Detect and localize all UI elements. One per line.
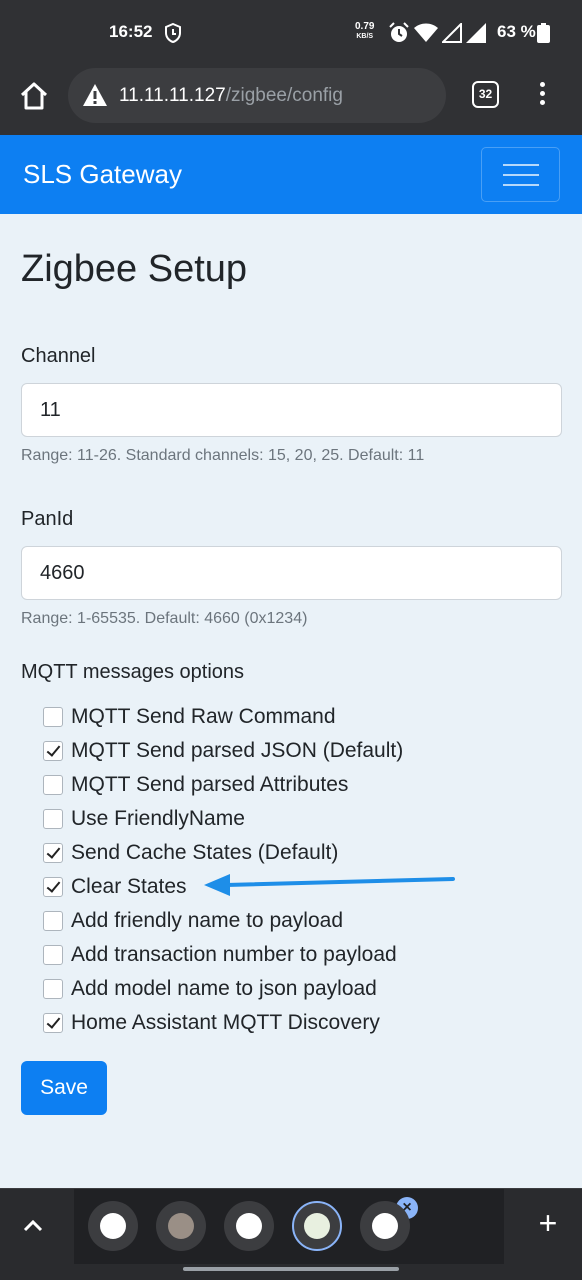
warning-icon[interactable] [82,83,108,107]
network-speed-value: 0.79 [355,21,375,32]
option-row[interactable]: MQTT Send parsed Attributes [43,768,403,802]
signal-icon [442,23,462,43]
status-icons [388,22,486,44]
tab-thumbnail-active[interactable] [292,1201,342,1251]
more-menu-icon[interactable] [538,82,546,108]
option-label: MQTT Send Raw Command [71,705,336,728]
channel-label: Channel [21,345,96,367]
option-row[interactable]: Use FriendlyName [43,802,403,836]
option-checkbox[interactable] [43,979,63,999]
option-row[interactable]: Add transaction number to payload [43,938,403,972]
network-speed-unit: KB/S [356,33,374,40]
navbar-brand[interactable]: SLS Gateway [23,159,182,190]
option-checkbox[interactable] [43,707,63,727]
status-bar: 16:52 0.79 KB/S 63 % [0,0,582,66]
option-checkbox[interactable] [43,809,63,829]
site-navbar: SLS Gateway [0,135,582,214]
channel-help: Range: 11-26. Standard channels: 15, 20,… [21,447,425,464]
bottom-tab-bar: × + [0,1188,582,1280]
wifi-icon [414,23,438,42]
option-label: Use FriendlyName [71,807,245,830]
mqtt-options-label: MQTT messages options [21,661,245,683]
home-icon[interactable] [18,80,50,112]
network-speed: 0.79 KB/S [355,22,374,42]
option-row[interactable]: MQTT Send parsed JSON (Default) [43,734,403,768]
new-tab-icon[interactable]: + [534,1207,562,1239]
option-row[interactable]: MQTT Send Raw Command [43,700,403,734]
navbar-toggler-button[interactable] [481,147,560,202]
battery-level: 63 % [497,22,536,41]
option-checkbox[interactable] [43,775,63,795]
option-checkbox[interactable] [43,945,63,965]
option-label: Send Cache States (Default) [71,841,339,864]
signal-full-icon [466,23,486,43]
url-text: 11.11.11.127/zigbee/config [119,85,343,107]
status-time: 16:52 [109,22,153,41]
chevron-up-icon[interactable] [22,1217,44,1233]
browser-toolbar: 11.11.11.127/zigbee/config 32 [0,66,582,135]
panid-help: Range: 1-65535. Default: 4660 (0x1234) [21,610,308,627]
tab-thumbnail[interactable] [156,1201,206,1251]
page-title: Zigbee Setup [21,248,248,290]
option-checkbox[interactable] [43,741,63,761]
option-checkbox[interactable] [43,1013,63,1033]
option-label: Add transaction number to payload [71,943,397,966]
option-row[interactable]: Send Cache States (Default) [43,836,403,870]
panid-input[interactable] [21,546,562,600]
tab-thumbnail[interactable] [224,1201,274,1251]
option-row[interactable]: Add friendly name to payload [43,904,403,938]
tab-thumbnail[interactable] [88,1201,138,1251]
option-label: Clear States [71,875,187,898]
shield-icon [165,23,181,43]
tab-strip: × [74,1189,504,1264]
tab-thumbnail[interactable] [360,1201,410,1251]
option-label: Home Assistant MQTT Discovery [71,1011,380,1034]
option-checkbox[interactable] [43,911,63,931]
option-label: MQTT Send parsed JSON (Default) [71,739,404,762]
url-host: 11.11.11.127 [119,85,226,106]
tab-switcher-button[interactable]: 32 [472,81,499,108]
panid-label: PanId [21,508,74,530]
url-path: /zigbee/config [225,85,343,106]
alarm-icon [389,22,409,42]
battery-icon [537,23,550,43]
option-label: Add model name to json payload [71,977,377,1000]
annotation-arrow [204,874,455,896]
option-label: MQTT Send parsed Attributes [71,773,349,796]
option-checkbox[interactable] [43,877,63,897]
address-bar[interactable]: 11.11.11.127/zigbee/config [68,68,446,123]
option-label: Add friendly name to payload [71,909,344,932]
gesture-bar [183,1267,399,1271]
save-button[interactable]: Save [21,1061,107,1115]
channel-input[interactable] [21,383,562,437]
option-checkbox[interactable] [43,843,63,863]
option-row[interactable]: Add model name to json payload [43,972,403,1006]
option-row[interactable]: Home Assistant MQTT Discovery [43,1006,403,1040]
